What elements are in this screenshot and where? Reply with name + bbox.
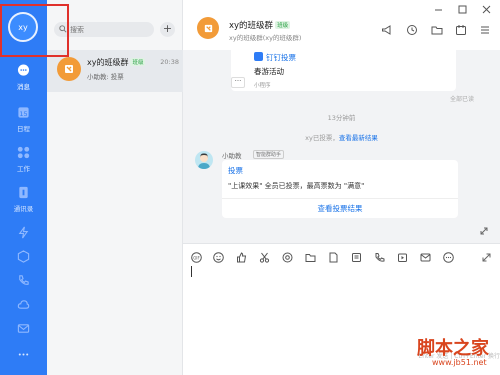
calendar-icon[interactable]: [455, 24, 467, 36]
highlight-box: [0, 4, 69, 57]
dingtalk-icon: [254, 52, 263, 61]
folder-icon[interactable]: [305, 252, 316, 263]
view-latest-link[interactable]: 查看最新结果: [339, 134, 378, 142]
add-button[interactable]: +: [160, 22, 175, 37]
cloud-icon[interactable]: [17, 298, 30, 311]
chat-pane: xy的班级群 班级 xy的班级群(xy的班级群) 钉钉投票 春游活动 小程序 ··…: [183, 0, 500, 375]
conversation-preview: 小助教: 投票: [87, 73, 124, 81]
conversation-name: xy的班级群 班级: [87, 58, 146, 67]
svg-text:GIF: GIF: [193, 255, 200, 260]
video-icon[interactable]: [397, 252, 408, 263]
composer-toolbar: GIF: [183, 243, 500, 273]
class-tag: 班级: [275, 21, 291, 29]
announcement-icon[interactable]: [381, 24, 393, 36]
rail-label: 消息: [17, 83, 30, 91]
group-avatar-icon[interactable]: [197, 17, 219, 39]
text-cursor: [191, 266, 192, 277]
vote-card-title: 投票: [228, 166, 243, 175]
gif-icon[interactable]: GIF: [191, 252, 202, 263]
time-divider: 13分钟前: [327, 114, 356, 122]
rail-item-calendar[interactable]: 15 日程: [0, 106, 47, 133]
thumbs-up-icon[interactable]: [236, 252, 247, 263]
apps-icon: [17, 146, 30, 159]
conversation-time: 20:38: [160, 58, 179, 66]
cube-icon[interactable]: [17, 250, 30, 263]
vote-card-desc: "上课效果" 全员已投票，最高票数为 "满意": [228, 182, 365, 190]
lightning-icon[interactable]: [17, 226, 30, 239]
rail-label: 日程: [17, 125, 30, 133]
file-icon[interactable]: [328, 252, 339, 263]
watermark-url: www.jb51.net: [432, 358, 487, 367]
watermark-logo: 脚本之家: [417, 338, 489, 359]
menu-icon[interactable]: [479, 24, 491, 36]
more-button[interactable]: ···: [231, 77, 245, 88]
scissors-icon[interactable]: [259, 252, 270, 263]
expand-icon[interactable]: [479, 226, 489, 236]
note-icon[interactable]: [351, 252, 362, 263]
rail-item-messages[interactable]: 消息: [0, 64, 47, 91]
contacts-icon: [19, 186, 28, 199]
vote-app-title: 春游活动: [254, 67, 284, 76]
bot-name: 小助教: [222, 152, 242, 160]
emoji-icon[interactable]: [213, 252, 224, 263]
vote-result-card: 投票 "上课效果" 全员已投票，最高票数为 "满意" 查看投票结果: [222, 160, 458, 218]
minimize-icon[interactable]: [434, 5, 443, 14]
search-input[interactable]: [70, 24, 148, 35]
bot-tag: 智能群助手: [253, 150, 285, 159]
system-message: xy已投票，查看最新结果: [305, 134, 378, 142]
divider: [222, 198, 458, 199]
chat-header: xy的班级群 班级 xy的班级群(xy的班级群): [183, 0, 500, 50]
svg-text:15: 15: [19, 110, 27, 118]
more-icon[interactable]: [17, 348, 30, 361]
group-avatar-icon: [57, 57, 81, 81]
close-icon[interactable]: [482, 5, 491, 14]
read-status: 全部已读: [449, 96, 474, 103]
search-bar[interactable]: [54, 22, 154, 37]
vote-app-name: 钉钉投票: [254, 52, 296, 63]
folder-icon[interactable]: [431, 24, 443, 36]
expand-icon[interactable]: [481, 252, 492, 263]
history-icon[interactable]: [406, 24, 418, 36]
mention-icon[interactable]: [282, 252, 293, 263]
bot-avatar[interactable]: [195, 151, 213, 169]
phone-icon[interactable]: [17, 274, 30, 287]
message-area: 钉钉投票 春游活动 小程序 ··· 全部已读 13分钟前 xy已投票，查看最新结…: [183, 50, 500, 243]
rail-item-contacts[interactable]: 通讯录: [0, 186, 47, 213]
chat-title[interactable]: xy的班级群 班级: [229, 19, 291, 31]
chat-subtitle: xy的班级群(xy的班级群): [229, 34, 302, 42]
calendar-icon: 15: [18, 107, 29, 118]
mail-icon[interactable]: [420, 252, 431, 263]
more-icon[interactable]: [443, 252, 454, 263]
class-tag: 班级: [130, 58, 146, 66]
mini-program-label: 小程序: [254, 83, 271, 89]
rail-label: 工作: [17, 165, 30, 173]
chat-icon: [17, 64, 30, 76]
mail-icon[interactable]: [17, 322, 30, 335]
rail-item-work[interactable]: 工作: [0, 146, 47, 173]
view-vote-result-link[interactable]: 查看投票结果: [222, 203, 458, 214]
maximize-icon[interactable]: [458, 5, 467, 14]
rail-label: 通讯录: [13, 205, 34, 213]
phone-icon[interactable]: [374, 252, 385, 263]
vote-app-card[interactable]: 钉钉投票 春游活动 小程序: [231, 50, 456, 91]
